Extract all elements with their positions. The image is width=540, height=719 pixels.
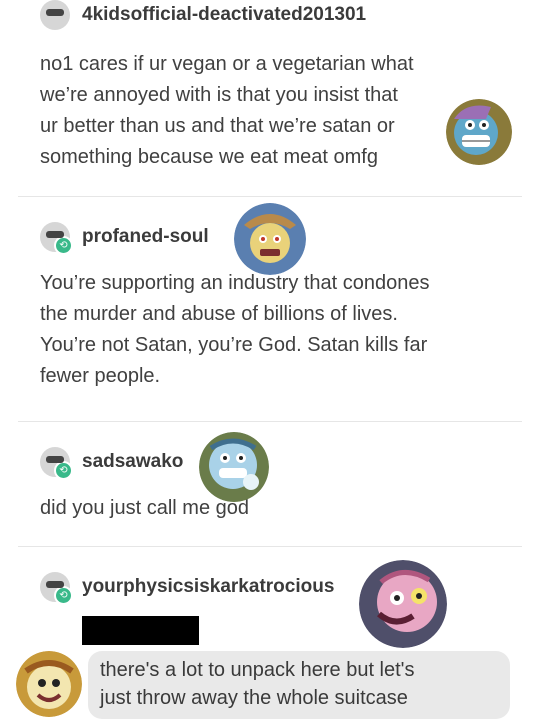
text-line: no1 cares if ur vegan or a vegetarian wh…	[40, 53, 414, 75]
divider	[18, 421, 522, 422]
text-line: ur better than us and that we’re satan o…	[40, 115, 395, 137]
text-line: there's a lot to unpack here but let's	[100, 659, 415, 681]
sticker-yellow-character	[16, 651, 82, 717]
reblog-icon: ⟲	[54, 586, 73, 605]
avatar[interactable]	[40, 0, 70, 30]
post-body: no1 cares if ur vegan or a vegetarian wh…	[40, 49, 414, 173]
sticker-blue-character	[446, 99, 512, 165]
text-line: just throw away the whole suitcase	[100, 687, 408, 709]
text-line: something because we eat meat omfg	[40, 146, 378, 168]
avatar[interactable]: ⟲	[40, 222, 73, 255]
text-line: You’re supporting an industry that condo…	[40, 272, 430, 294]
sticker-cowboy-character	[234, 203, 306, 275]
sticker-ghost-character	[199, 432, 269, 502]
reply-text: there's a lot to unpack here but let's j…	[100, 656, 415, 712]
divider	[18, 196, 522, 197]
text-line: You’re not Satan, you’re God. Satan kill…	[40, 334, 428, 356]
username[interactable]: profaned-soul	[82, 226, 209, 248]
reblog-icon: ⟲	[54, 236, 73, 255]
redacted-block	[82, 616, 199, 645]
divider	[18, 546, 522, 547]
reblog-icon: ⟲	[54, 461, 73, 480]
sticker-pink-character	[359, 560, 447, 648]
username[interactable]: 4kidsofficial-deactivated201301	[82, 4, 366, 26]
text-line: the murder and abuse of billions of live…	[40, 303, 398, 325]
text-line: fewer people.	[40, 365, 161, 387]
post-header: ⟲ profaned-soul	[40, 222, 209, 255]
post-body: You’re supporting an industry that condo…	[40, 268, 430, 392]
username[interactable]: sadsawako	[82, 451, 183, 473]
avatar[interactable]: ⟲	[40, 447, 73, 480]
username[interactable]: yourphysicsiskarkatrocious	[82, 576, 334, 598]
post-header: ⟲ yourphysicsiskarkatrocious	[40, 572, 334, 605]
post-header: ⟲ sadsawako	[40, 447, 183, 480]
post-header: 4kidsofficial-deactivated201301	[40, 0, 366, 30]
text-line: we’re annoyed with is that you insist th…	[40, 84, 398, 106]
avatar[interactable]: ⟲	[40, 572, 73, 605]
